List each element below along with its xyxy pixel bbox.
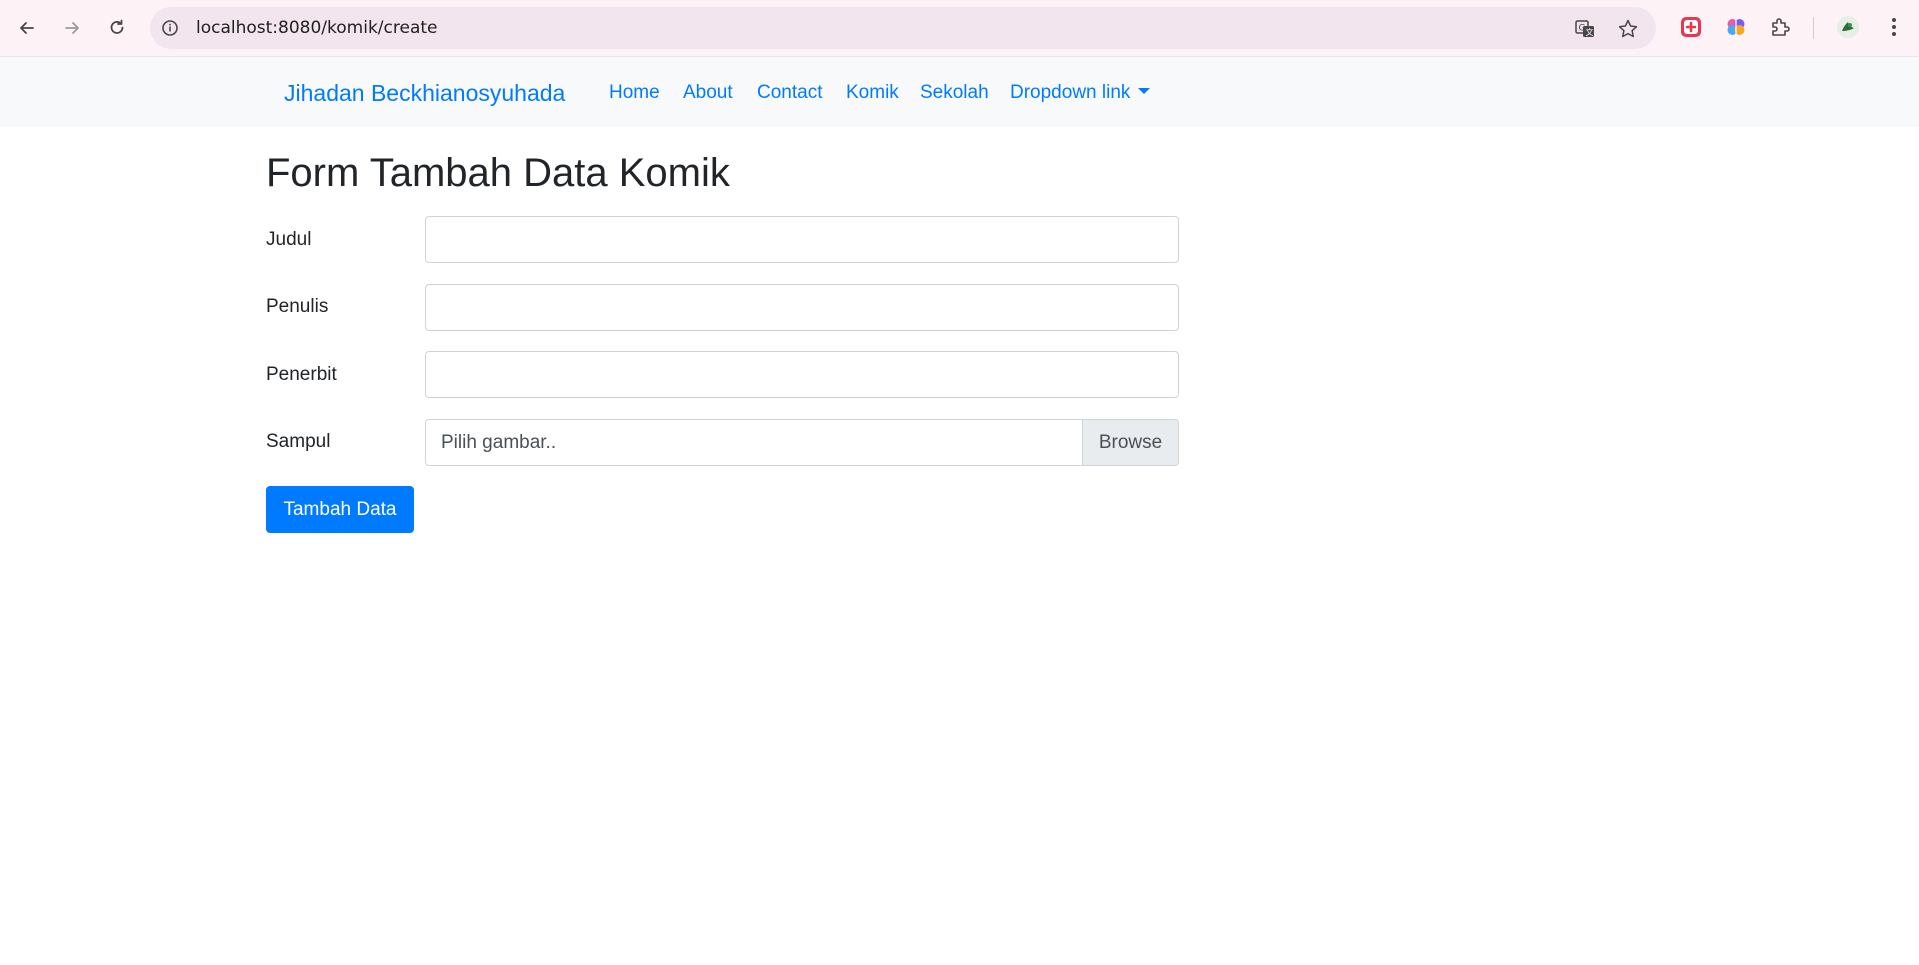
nav-dropdown-label: Dropdown link	[1010, 82, 1131, 103]
nav-dropdown-toggle[interactable]: Dropdown link	[1010, 57, 1151, 129]
red-plus-extension-icon[interactable]	[1679, 15, 1703, 39]
puzzle-extensions-icon[interactable]	[1769, 15, 1793, 39]
toolbar-divider	[1813, 17, 1814, 39]
judul-input[interactable]	[425, 216, 1179, 263]
star-icon[interactable]	[1617, 18, 1639, 40]
kebab-menu-icon[interactable]	[1882, 15, 1906, 39]
penulis-input[interactable]	[425, 284, 1179, 331]
browser-toolbar: localhost:8080/komik/create G文	[0, 0, 1919, 57]
nav-link-contact[interactable]: Contact	[757, 57, 822, 129]
penerbit-label: Penerbit	[266, 364, 337, 385]
page-title: Form Tambah Data Komik	[266, 151, 730, 195]
nav-link-about[interactable]: About	[683, 57, 733, 129]
sampul-label: Sampul	[266, 431, 331, 452]
address-bar[interactable]: localhost:8080/komik/create G文	[150, 7, 1656, 49]
url-text[interactable]: localhost:8080/komik/create	[196, 7, 438, 49]
navbar-brand[interactable]: Jihadan Beckhianosyuhada	[284, 57, 565, 129]
site-navbar: Jihadan Beckhianosyuhada Home About Cont…	[0, 57, 1919, 127]
reload-icon[interactable]	[101, 12, 133, 44]
nav-link-komik[interactable]: Komik	[846, 57, 899, 129]
penulis-label: Penulis	[266, 296, 329, 317]
translate-icon[interactable]: G文	[1574, 18, 1596, 40]
judul-label: Judul	[266, 229, 312, 250]
back-arrow-icon[interactable]	[11, 12, 43, 44]
caret-down-icon	[1138, 88, 1151, 94]
svg-text:文: 文	[1586, 27, 1594, 37]
tambah-data-button[interactable]: Tambah Data	[266, 486, 414, 533]
penerbit-input[interactable]	[425, 351, 1179, 398]
forward-arrow-icon[interactable]	[56, 12, 88, 44]
browse-button[interactable]: Browse	[1082, 420, 1178, 465]
brain-extension-icon[interactable]	[1724, 15, 1748, 39]
nav-link-sekolah[interactable]: Sekolah	[920, 57, 989, 129]
profile-avatar-icon[interactable]	[1836, 15, 1860, 39]
site-info-icon[interactable]	[160, 18, 180, 38]
sampul-file-input[interactable]: Pilih gambar.. Browse	[425, 419, 1179, 466]
nav-link-home[interactable]: Home	[609, 57, 660, 129]
file-placeholder: Pilih gambar..	[441, 432, 557, 453]
